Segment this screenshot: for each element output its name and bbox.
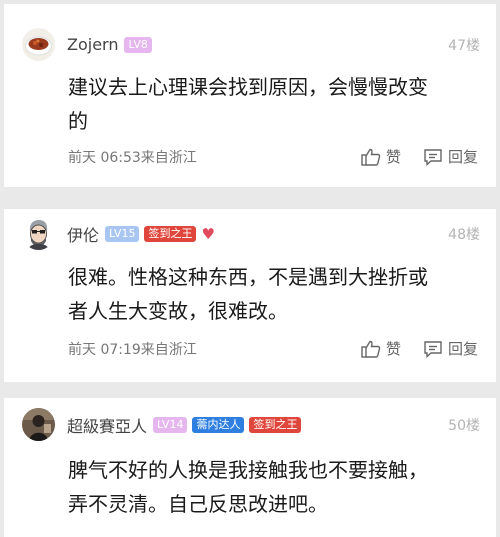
comment-bubble-icon xyxy=(424,340,442,358)
comment-meta: 前天 07:19来自浙江 赞 回复 xyxy=(68,338,478,359)
comment-text-line: 弄不灵清。自己反思改进吧。 xyxy=(68,492,328,516)
comment-card: 超級賽亞人 LV14 薷内达人 签到之王 50楼 脾气不好的人换是我接触我也不要… xyxy=(4,398,496,537)
comment-card: Zojern LV8 47楼 建议去上心理课会找到原因，会慢慢改变 的 前天 0… xyxy=(4,4,496,187)
avatar[interactable] xyxy=(22,28,55,61)
reply-label: 回复 xyxy=(447,340,478,358)
thumbs-up-icon xyxy=(361,148,381,166)
comment-card: 伊伦 LV15 签到之王 ♥ 48楼 很难。性格这种东西，不是遇到大挫折或 者人… xyxy=(4,209,496,382)
floor-number: 50楼 xyxy=(448,417,480,434)
level-badge: LV8 xyxy=(124,36,152,53)
like-label: 赞 xyxy=(385,340,401,358)
floor-number: 48楼 xyxy=(448,226,480,243)
level-badge: LV15 xyxy=(105,225,140,242)
reply-label: 回复 xyxy=(447,148,478,166)
username[interactable]: Zojern xyxy=(67,35,118,54)
timestamp-location: 前天 07:19来自浙江 xyxy=(68,341,197,358)
comment-text-line: 者人生大变故，很难改。 xyxy=(68,299,288,323)
expert-badge: 薷内达人 xyxy=(192,416,245,433)
username[interactable]: 伊伦 xyxy=(67,222,99,246)
checkin-king-badge: 签到之王 xyxy=(249,416,302,433)
comment-text-line: 的 xyxy=(68,109,88,133)
comment-text: 很难。性格这种东西，不是遇到大挫折或 者人生大变故，很难改。 xyxy=(68,260,478,328)
level-badge: LV14 xyxy=(153,416,188,433)
like-label: 赞 xyxy=(385,148,401,166)
reply-button[interactable]: 回复 xyxy=(423,146,478,167)
comment-header: 超級賽亞人 LV14 薷内达人 签到之王 50楼 xyxy=(22,408,480,441)
timestamp-location: 前天 06:53来自浙江 xyxy=(68,149,197,166)
comment-text-line: 建议去上心理课会找到原因，会慢慢改变 xyxy=(68,75,428,99)
comment-header: 伊伦 LV15 签到之王 ♥ 48楼 xyxy=(22,217,480,250)
reply-button[interactable]: 回复 xyxy=(423,338,478,359)
comment-text: 脾气不好的人换是我接触我也不要接触， 弄不灵清。自己反思改进吧。 xyxy=(68,453,478,521)
like-button[interactable]: 赞 xyxy=(361,146,401,167)
comment-header: Zojern LV8 47楼 xyxy=(22,28,480,61)
comment-text-line: 很难。性格这种东西，不是遇到大挫折或 xyxy=(68,265,428,289)
comment-text-line: 脾气不好的人换是我接触我也不要接触， xyxy=(68,458,428,482)
comment-text: 建议去上心理课会找到原因，会慢慢改变 的 xyxy=(68,70,478,138)
like-button[interactable]: 赞 xyxy=(361,338,401,359)
comment-meta: 前天 06:53来自浙江 赞 回复 xyxy=(68,146,478,167)
avatar[interactable] xyxy=(22,217,55,250)
heart-icon: ♥ xyxy=(201,224,215,243)
comment-bubble-icon xyxy=(424,148,442,166)
avatar[interactable] xyxy=(22,408,55,441)
thumbs-up-icon xyxy=(361,340,381,358)
floor-number: 47楼 xyxy=(448,37,480,54)
checkin-king-badge: 签到之王 xyxy=(144,225,197,242)
username[interactable]: 超級賽亞人 xyxy=(67,413,147,437)
